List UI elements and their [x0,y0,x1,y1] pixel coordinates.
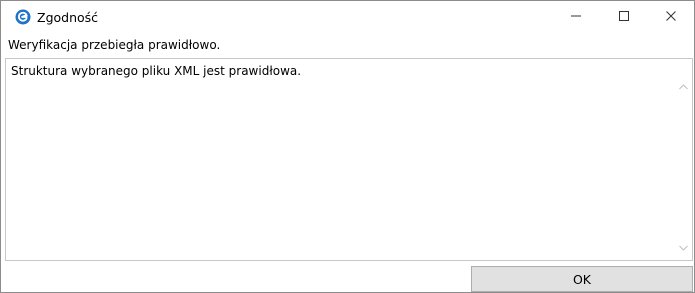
minimize-icon [570,10,582,25]
scroll-up-icon[interactable] [679,79,688,93]
status-message: Weryfikacja przebiegła prawidłowo. [8,38,221,52]
ok-button[interactable]: OK [471,266,693,292]
maximize-button[interactable] [601,1,647,33]
window-title: Zgodność [37,10,99,25]
details-text: Struktura wybranego pliku XML jest prawi… [11,64,302,78]
minimize-button[interactable] [553,1,599,33]
dialog-window: Zgodność Weryfikacja przebiegła prawidło… [0,0,695,293]
title-bar: Zgodność [1,1,694,37]
scroll-down-icon[interactable] [679,240,688,254]
details-textarea[interactable]: Struktura wybranego pliku XML jest prawi… [5,58,693,261]
maximize-icon [618,10,630,25]
vertical-scrollbar[interactable] [675,59,692,260]
close-button[interactable] [648,1,694,33]
app-logo-icon [15,9,31,25]
close-icon [665,10,677,25]
